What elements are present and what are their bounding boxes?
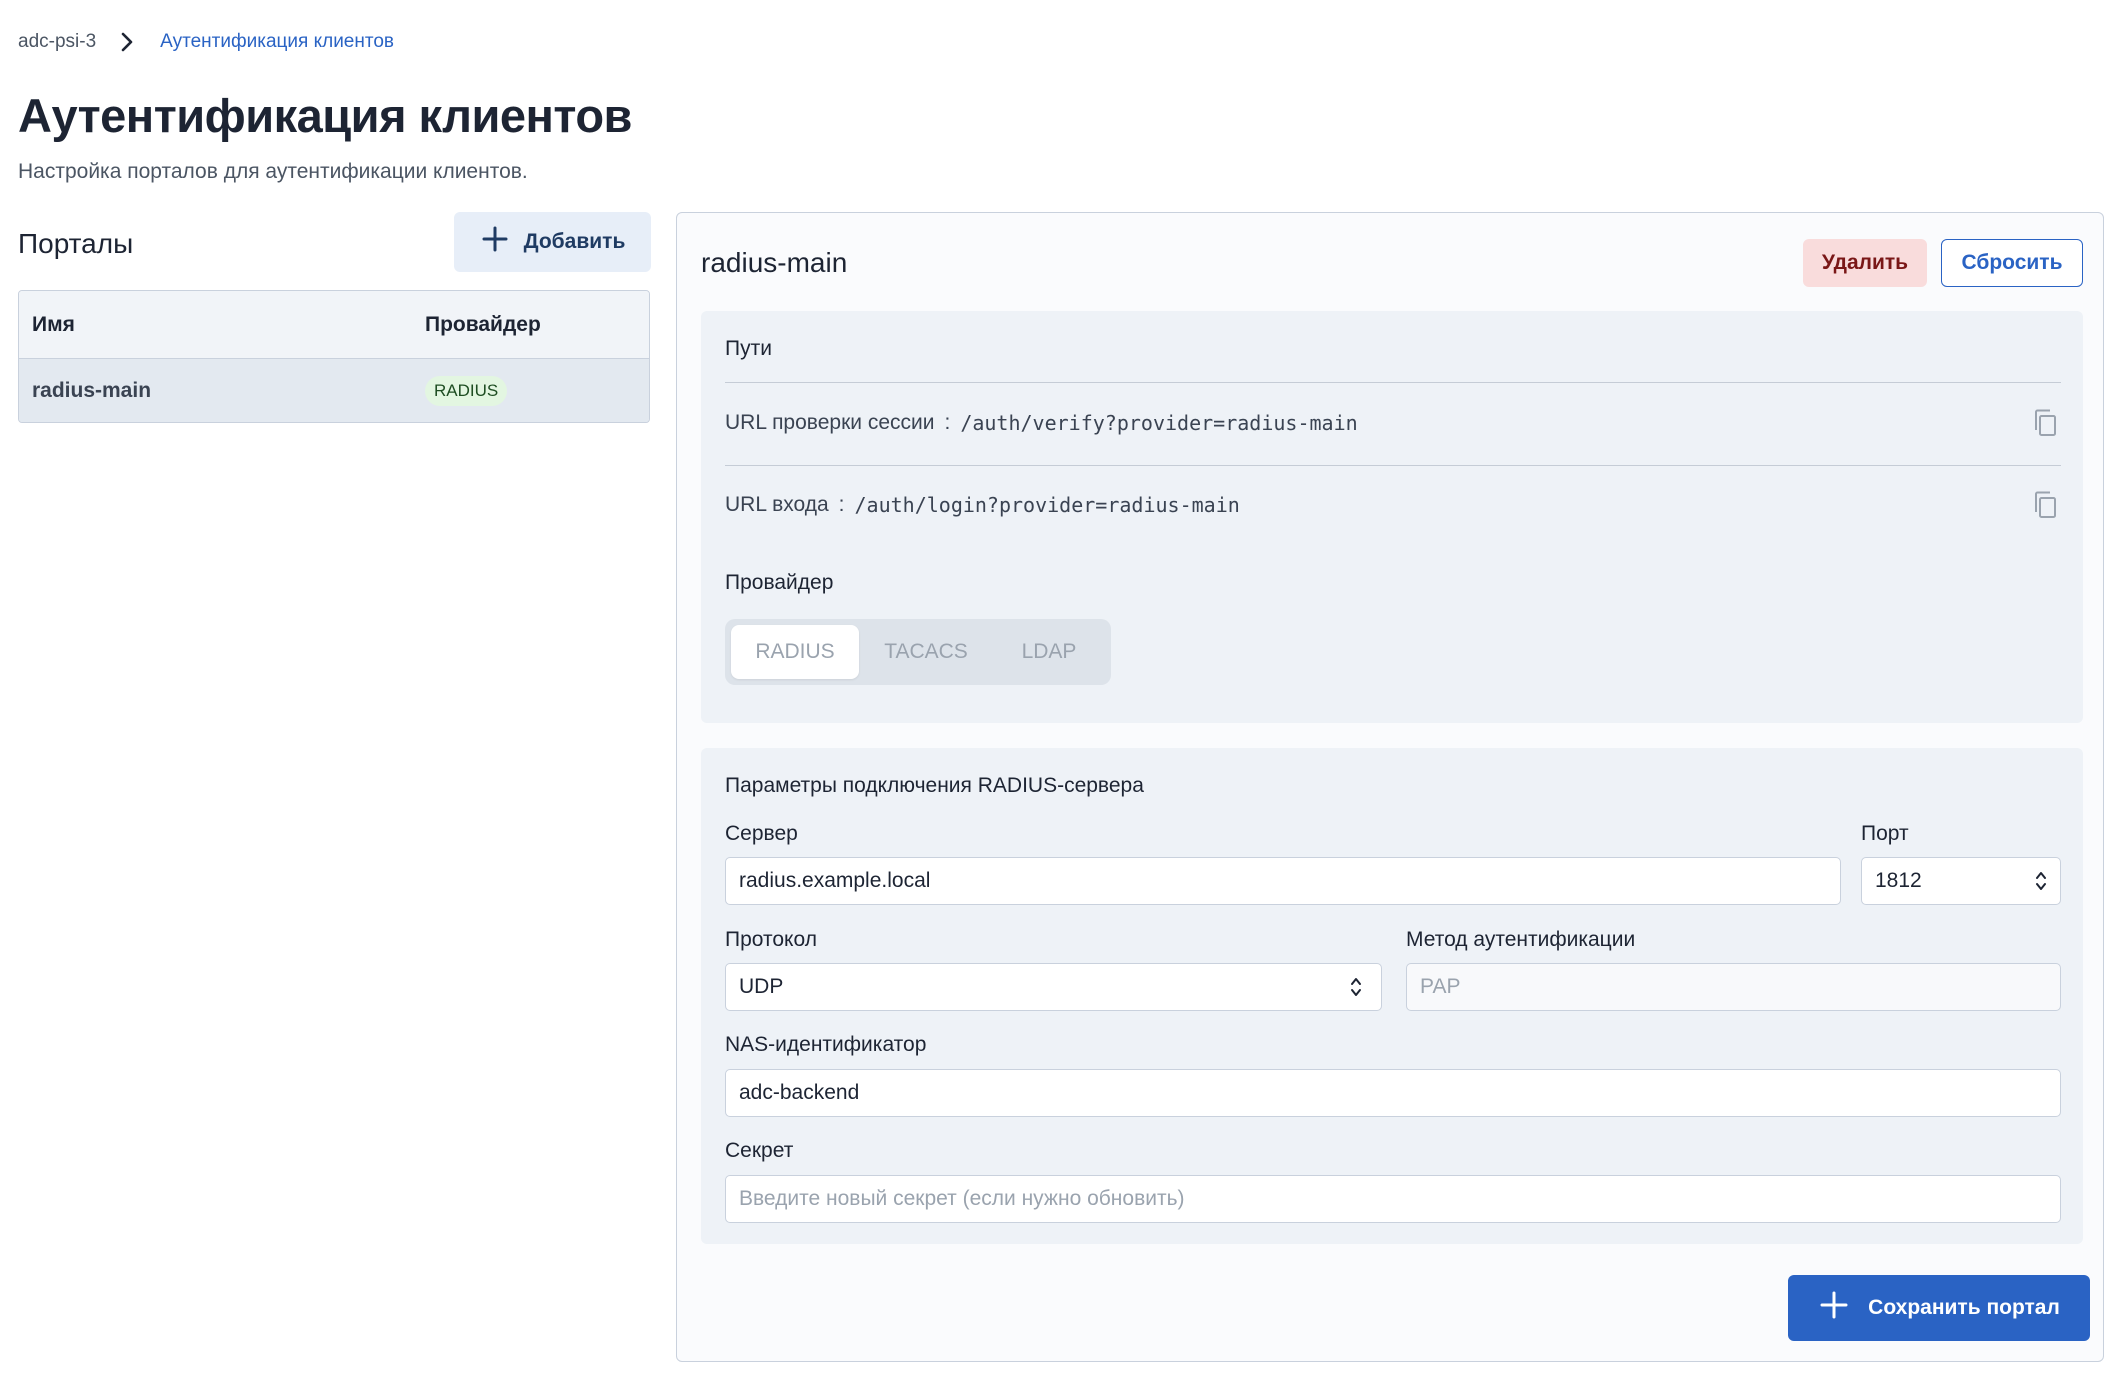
portals-title: Порталы: [18, 228, 134, 259]
provider-option-radius[interactable]: RADIUS: [731, 625, 859, 679]
server-input[interactable]: [739, 869, 1827, 893]
path-colon: :: [838, 493, 845, 516]
auth-method-input[interactable]: [1420, 975, 2047, 999]
breadcrumb-current[interactable]: Аутентификация клиентов: [160, 31, 394, 53]
delete-button[interactable]: Удалить: [1803, 239, 1927, 287]
portals-table: Имя Провайдер radius-main RADIUS: [18, 290, 650, 423]
page-title: Аутентификация клиентов: [18, 89, 632, 142]
path-row-login: URL входа : /auth/login?provider=radius-…: [725, 489, 2061, 521]
path-colon: :: [944, 411, 951, 434]
provider-badge: RADIUS: [425, 375, 508, 406]
nas-input[interactable]: [739, 1081, 2047, 1105]
portal-name-cell: radius-main: [32, 378, 152, 402]
portal-detail-panel: radius-main Удалить Сбросить Пути URL пр…: [676, 212, 2104, 1362]
plus-icon: [1818, 1289, 1850, 1327]
provider-cell: RADIUS: [425, 375, 649, 406]
connection-heading: Параметры подключения RADIUS-сервера: [725, 774, 1144, 797]
save-portal-label: Сохранить портал: [1868, 1296, 2060, 1319]
secret-input[interactable]: [739, 1187, 2047, 1211]
column-header-name[interactable]: Имя: [19, 313, 425, 337]
connection-card: Параметры подключения RADIUS-сервера Сер…: [701, 748, 2083, 1244]
divider: [725, 382, 2061, 383]
table-row[interactable]: radius-main RADIUS: [19, 359, 649, 422]
nas-field[interactable]: [725, 1069, 2061, 1117]
provider-option-tacacs[interactable]: TACACS: [859, 625, 993, 679]
port-field[interactable]: [1861, 857, 2061, 905]
secret-field[interactable]: [725, 1175, 2061, 1223]
path-value: /auth/login?provider=radius-main: [854, 493, 1240, 517]
breadcrumb-root[interactable]: adc-psi-3: [18, 31, 96, 53]
paths-heading: Пути: [725, 337, 772, 360]
paths-card: Пути URL проверки сессии : /auth/verify?…: [701, 311, 2083, 723]
portal-detail-title: radius-main: [701, 247, 848, 278]
column-header-provider[interactable]: Провайдер: [425, 313, 649, 337]
path-value: /auth/verify?provider=radius-main: [960, 411, 1358, 435]
path-row-verify: URL проверки сессии : /auth/verify?provi…: [725, 407, 2061, 439]
path-label: URL проверки сессии: [725, 411, 935, 434]
breadcrumb: adc-psi-3 Аутентификация клиентов: [18, 30, 394, 54]
secret-label: Секрет: [725, 1139, 794, 1162]
plus-icon: [480, 224, 510, 260]
protocol-value: UDP: [739, 975, 784, 998]
protocol-label: Протокол: [725, 928, 817, 951]
chevron-up-down-icon[interactable]: [2032, 868, 2050, 894]
copy-icon[interactable]: [2029, 407, 2061, 439]
provider-option-ldap[interactable]: LDAP: [993, 625, 1105, 679]
reset-button[interactable]: Сбросить: [1941, 239, 2083, 287]
add-portal-label: Добавить: [523, 230, 626, 253]
nas-label: NAS-идентификатор: [725, 1033, 927, 1056]
save-portal-button[interactable]: Сохранить портал: [1788, 1275, 2090, 1341]
auth-method-field[interactable]: [1406, 963, 2061, 1011]
chevron-up-down-icon[interactable]: [1347, 974, 1365, 1000]
add-portal-button[interactable]: Добавить: [454, 212, 651, 272]
auth-method-label: Метод аутентификации: [1406, 928, 1636, 951]
copy-icon[interactable]: [2029, 489, 2061, 521]
page-subtitle: Настройка порталов для аутентификации кл…: [18, 160, 528, 183]
server-field[interactable]: [725, 857, 1841, 905]
port-label: Порт: [1861, 822, 1909, 845]
protocol-select[interactable]: UDP: [725, 963, 1382, 1011]
path-label: URL входа: [725, 493, 829, 516]
port-input[interactable]: [1875, 869, 2047, 893]
provider-heading: Провайдер: [725, 571, 834, 594]
provider-segmented-control: RADIUS TACACS LDAP: [725, 619, 1111, 685]
server-label: Сервер: [725, 822, 798, 845]
divider: [725, 465, 2061, 466]
table-header: Имя Провайдер: [19, 291, 649, 359]
chevron-right-icon: [114, 30, 140, 54]
